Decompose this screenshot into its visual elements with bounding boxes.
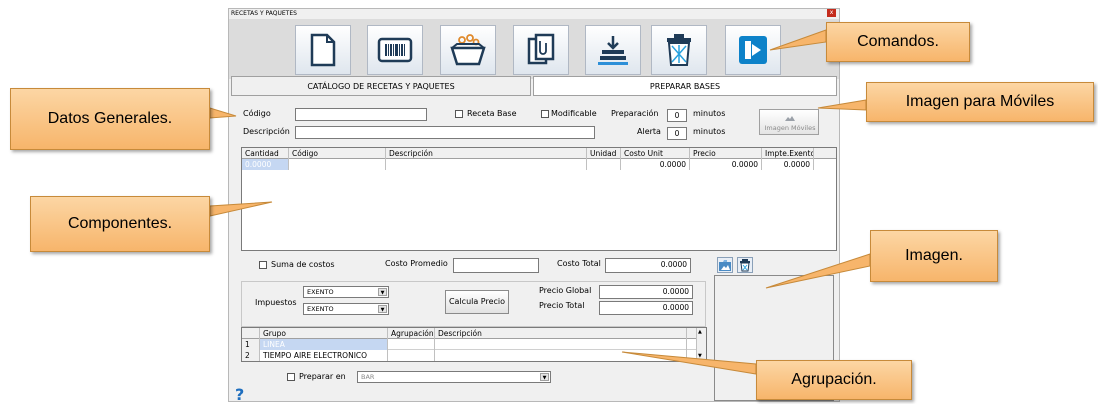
callout-componentes: Componentes.	[30, 196, 210, 252]
comandos-arrow	[769, 29, 827, 51]
agrupacion-arrow	[621, 351, 757, 375]
datos-arrow	[209, 107, 237, 119]
imagen-moviles-arrow	[817, 99, 867, 111]
callout-agrupacion: Agrupación.	[756, 360, 912, 400]
callout-imagen-moviles: Imagen para Móviles	[866, 82, 1094, 122]
imagen-arrow	[765, 253, 871, 289]
callout-imagen: Imagen.	[870, 230, 998, 282]
callout-comandos: Comandos.	[826, 22, 970, 62]
callout-datos-generales: Datos Generales.	[10, 88, 210, 150]
componentes-arrow	[209, 201, 273, 217]
